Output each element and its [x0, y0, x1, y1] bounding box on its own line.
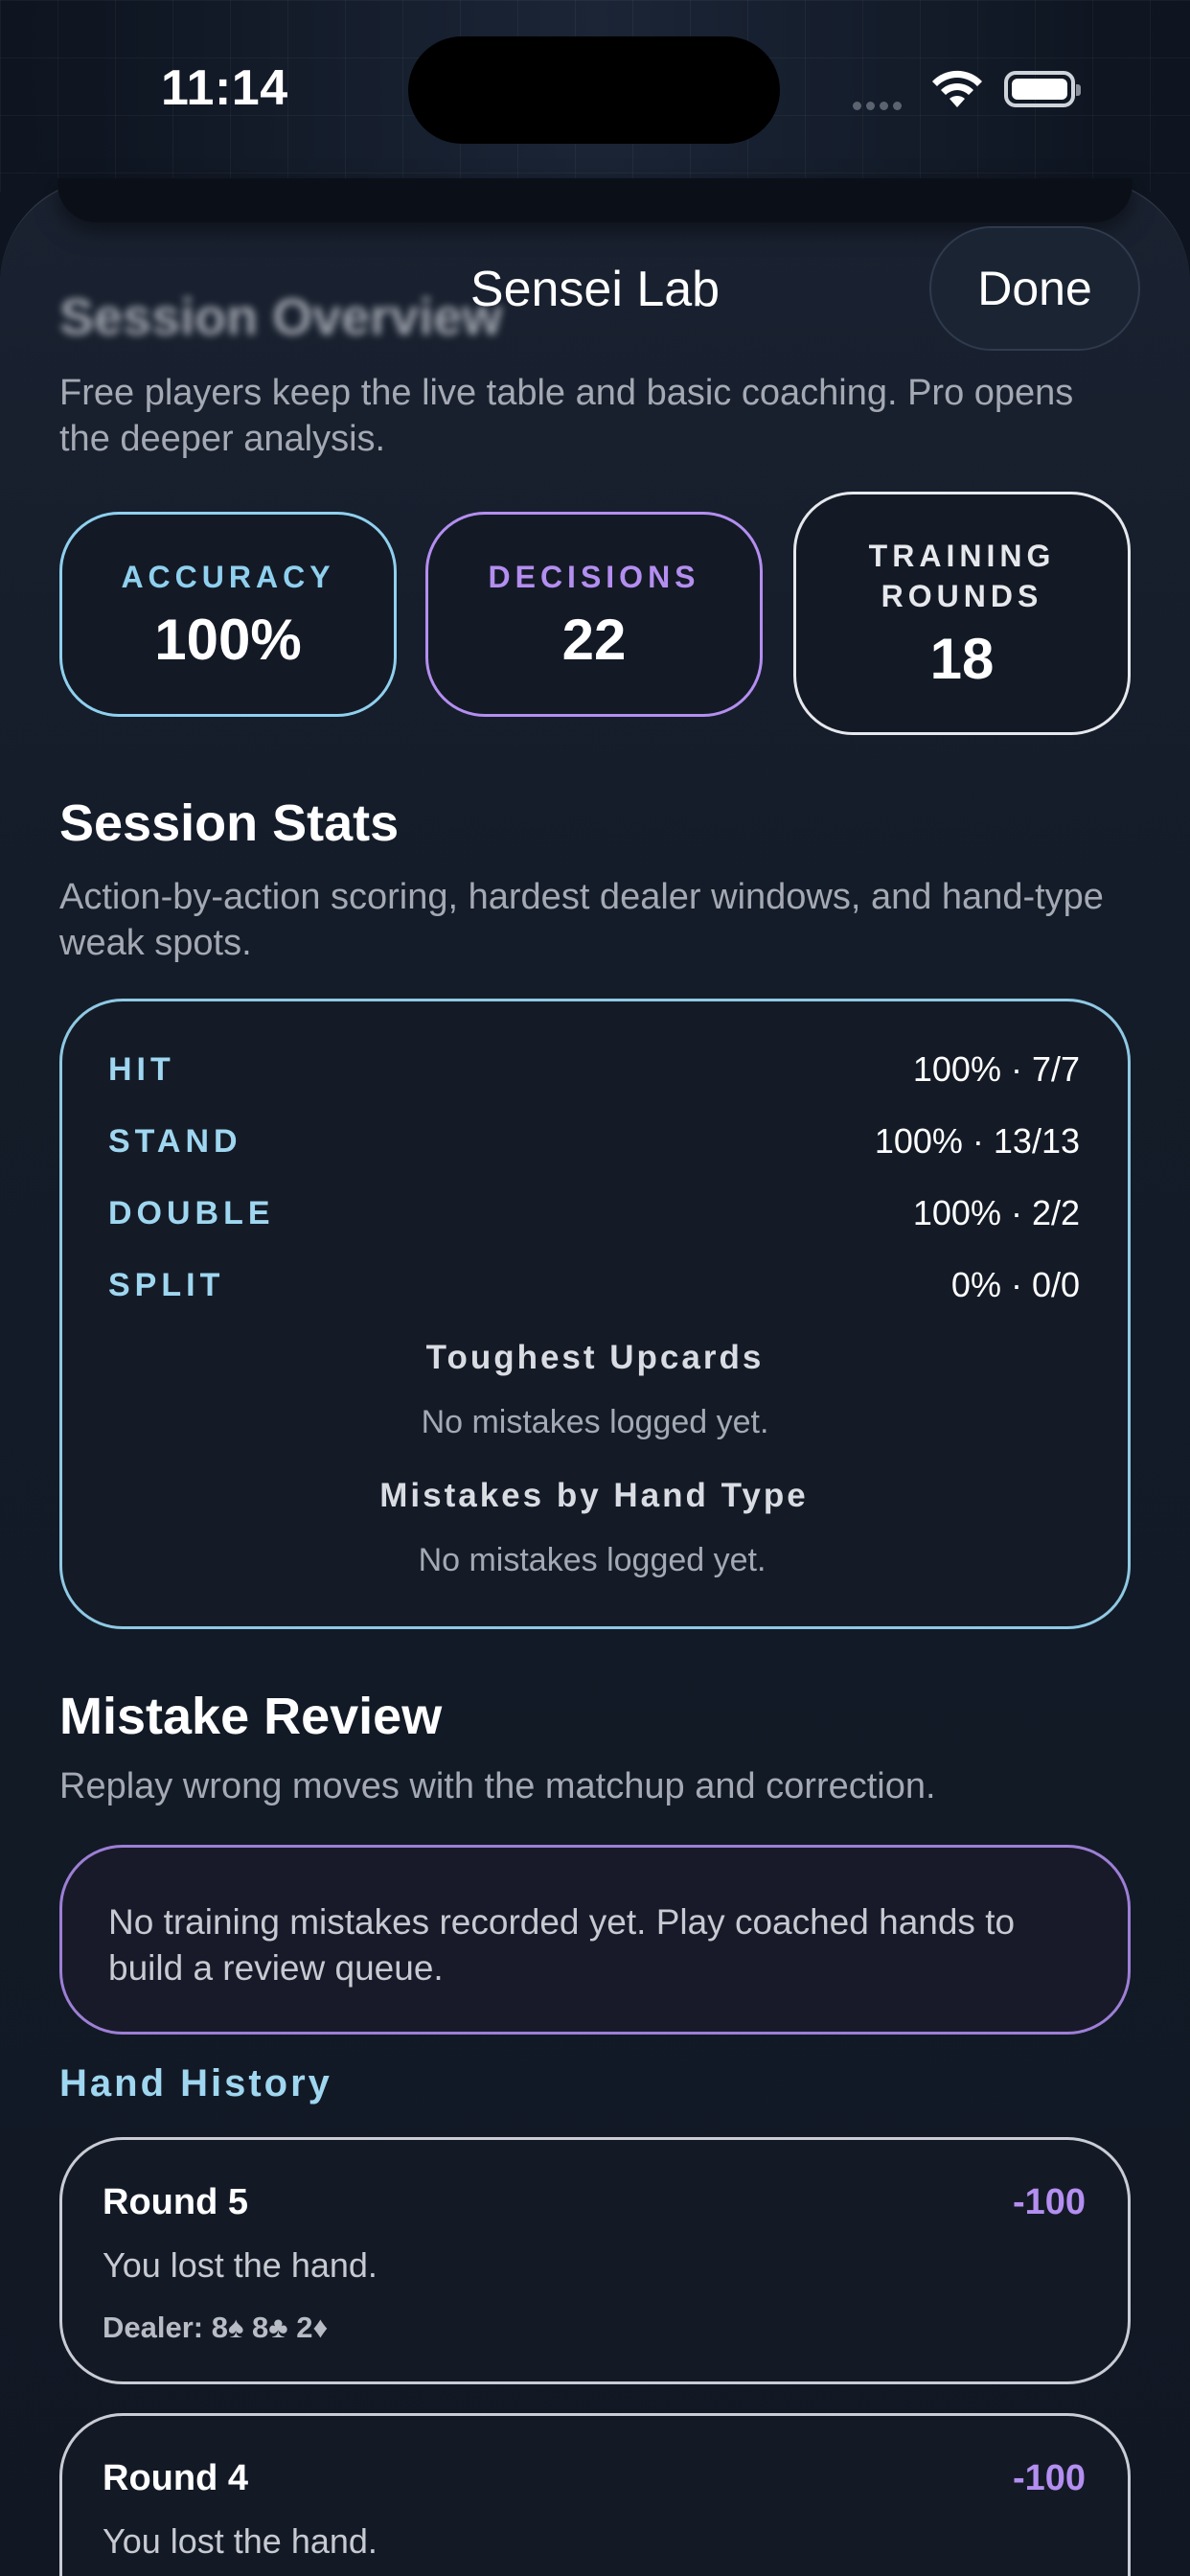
stat-name: HIT — [108, 1050, 175, 1088]
stat-row-split: SPLIT 0% · 0/0 — [108, 1261, 1080, 1309]
round-delta: -100 — [1012, 2458, 1086, 2498]
toughest-upcards-text: No mistakes logged yet. — [421, 1404, 769, 1440]
stat-row-hit: HIT 100% · 7/7 — [108, 1046, 1080, 1093]
stat-value: 0% · 0/0 — [950, 1265, 1080, 1304]
decisions-card: DECISIONS 22 — [425, 512, 763, 717]
hand-type-text: No mistakes logged yet. — [418, 1542, 767, 1578]
stat-name: SPLIT — [108, 1266, 225, 1303]
training-rounds-card: TRAINING ROUNDS 18 — [793, 492, 1131, 735]
status-time: 11:14 — [161, 60, 288, 116]
round-result: You lost the hand. — [103, 2521, 378, 2561]
round-card[interactable]: Round 5 -100 You lost the hand. Dealer: … — [59, 2137, 1131, 2384]
stat-value: 100% · 13/13 — [874, 1121, 1080, 1161]
hand-history-label: Hand History — [59, 2062, 332, 2104]
toughest-upcards-title: Toughest Upcards — [425, 1339, 765, 1376]
stat-name: STAND — [108, 1122, 242, 1160]
stat-value: 100% · 2/2 — [912, 1193, 1080, 1232]
decisions-label: DECISIONS — [488, 559, 700, 594]
hand-type-title: Mistakes by Hand Type — [379, 1477, 809, 1514]
round-title: Round 4 — [103, 2458, 248, 2498]
round-dealer-cards: Dealer: 8♠ 8♣ 2♦ — [103, 2311, 329, 2344]
session-stats-title: Session Stats — [59, 794, 400, 852]
session-stats-subtitle: Action-by-action scoring, hardest dealer… — [59, 877, 1104, 963]
round-title: Round 5 — [103, 2182, 248, 2222]
session-stats-card: HIT 100% · 7/7 STAND 100% · 13/13 DOUBLE… — [59, 999, 1131, 1629]
training-rounds-value: 18 — [929, 626, 995, 691]
stat-value: 100% · 7/7 — [912, 1049, 1080, 1089]
cellular-signal-icon — [853, 98, 906, 115]
mistake-review-subtitle: Replay wrong moves with the matchup and … — [59, 1766, 936, 1806]
sheet-top-shadow — [57, 178, 1133, 222]
mistake-review-title: Mistake Review — [59, 1688, 443, 1745]
stat-name: DOUBLE — [108, 1194, 275, 1231]
round-delta: -100 — [1012, 2182, 1086, 2222]
accuracy-card: ACCURACY 100% — [59, 512, 397, 717]
accuracy-value: 100% — [154, 607, 302, 672]
training-rounds-label: TRAINING ROUNDS — [868, 538, 1056, 613]
round-card[interactable]: Round 4 -100 You lost the hand. — [59, 2413, 1131, 2576]
battery-icon — [1004, 71, 1081, 107]
done-button[interactable]: Done — [929, 226, 1140, 351]
round-result: You lost the hand. — [103, 2245, 378, 2285]
decisions-value: 22 — [561, 607, 627, 672]
stat-row-double: DOUBLE 100% · 2/2 — [108, 1189, 1080, 1237]
overview-subtitle: Free players keep the live table and bas… — [59, 373, 1074, 459]
wifi-icon — [932, 70, 982, 107]
dynamic-island — [408, 36, 780, 144]
mistake-review-empty: No training mistakes recorded yet. Play … — [59, 1845, 1131, 2035]
accuracy-label: ACCURACY — [121, 559, 335, 594]
screen: 11:14 Session Overview Sensei Lab Done F… — [0, 0, 1190, 2576]
stat-row-stand: STAND 100% · 13/13 — [108, 1117, 1080, 1165]
